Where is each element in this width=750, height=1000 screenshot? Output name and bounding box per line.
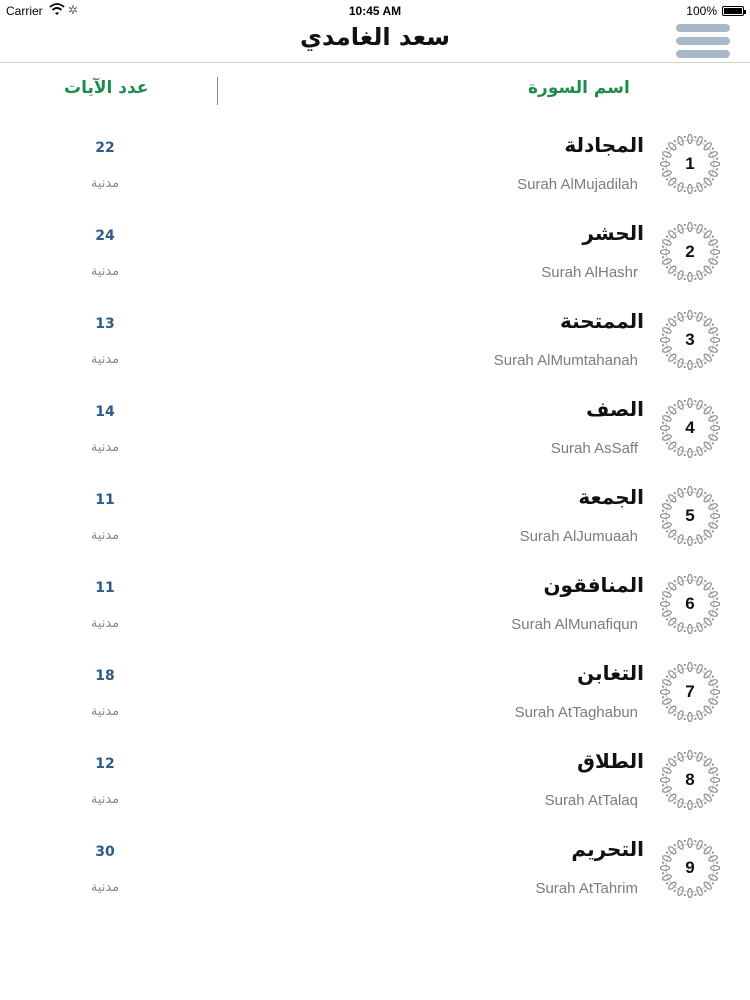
- sura-name-arabic: المجادلة: [564, 133, 644, 157]
- sura-number: 4: [685, 418, 695, 437]
- sura-name-english: Surah AlMunafiqun: [511, 616, 638, 633]
- sura-row[interactable]: 18 مدنية التغابن Surah AtTaghabun 7: [0, 646, 750, 734]
- ayat-count: 22: [95, 140, 115, 156]
- clock: 10:45 AM: [348, 4, 402, 18]
- sura-name-english: Surah AlMumtahanah: [493, 352, 638, 369]
- ayat-count: 18: [95, 668, 115, 684]
- ayat-count: 12: [95, 756, 115, 772]
- sura-number-medallion-icon: 9: [660, 838, 720, 898]
- sura-name-arabic: التغابن: [577, 661, 644, 685]
- sura-row[interactable]: 22 مدنية المجادلة Surah AlMujadilah 1: [0, 118, 750, 206]
- battery-percentage: 100%: [686, 4, 717, 18]
- sura-name-english: Surah AlMujadilah: [517, 176, 638, 193]
- revelation-type: مدنية: [90, 352, 120, 367]
- sura-row[interactable]: 24 مدنية الحشر Surah AlHashr 2: [0, 206, 750, 294]
- sura-number-medallion-icon: 8: [660, 750, 720, 810]
- sura-name-english: Surah AtTahrim: [535, 880, 638, 897]
- sura-name-arabic: الممتحنة: [559, 309, 644, 333]
- ayat-count: 14: [95, 404, 115, 420]
- revelation-type: مدنية: [90, 440, 120, 455]
- sura-name-english: Surah AtTaghabun: [514, 704, 638, 721]
- sura-number: 7: [685, 682, 695, 701]
- list-header: عدد الآيات اسم السورة: [0, 64, 750, 116]
- sura-number-medallion-icon: 1: [660, 134, 720, 194]
- sura-name-arabic: الطلاق: [577, 749, 644, 773]
- sura-name-arabic: الحشر: [582, 221, 644, 245]
- ayat-count: 13: [95, 316, 115, 332]
- sura-number: 2: [685, 242, 695, 261]
- battery-icon: [722, 6, 746, 16]
- revelation-type: مدنية: [90, 264, 120, 279]
- sura-number-medallion-icon: 5: [660, 486, 720, 546]
- ayat-count: 24: [95, 228, 115, 244]
- sura-row[interactable]: 13 مدنية الممتحنة Surah AlMumtahanah 3: [0, 294, 750, 382]
- sura-number: 3: [685, 330, 695, 349]
- sura-name-arabic: الجمعة: [578, 485, 644, 509]
- ayat-count: 30: [95, 844, 115, 860]
- sura-row[interactable]: 11 مدنية المنافقون Surah AlMunafiqun 6: [0, 558, 750, 646]
- sura-number-medallion-icon: 2: [660, 222, 720, 282]
- revelation-type: مدنية: [90, 880, 120, 895]
- sura-row[interactable]: 30 مدنية التحريم Surah AtTahrim 9: [0, 822, 750, 910]
- status-bar: Carrier ✲ 10:45 AM 100%: [0, 0, 750, 22]
- header-divider: [217, 77, 218, 105]
- revelation-type: مدنية: [90, 616, 120, 631]
- revelation-type: مدنية: [90, 528, 120, 543]
- sura-name-arabic: التحريم: [571, 837, 644, 861]
- ayat-count: 11: [95, 492, 115, 508]
- sura-number: 9: [685, 858, 695, 877]
- sura-number-medallion-icon: 3: [660, 310, 720, 370]
- sura-number: 8: [685, 770, 695, 789]
- sura-row[interactable]: 14 مدنية الصف Surah AsSaff 4: [0, 382, 750, 470]
- sura-name-header: اسم السورة: [528, 78, 630, 98]
- sura-number: 1: [685, 154, 695, 173]
- sura-number: 6: [685, 594, 695, 613]
- sura-number-medallion-icon: 6: [660, 574, 720, 634]
- sura-number: 5: [685, 506, 695, 525]
- sura-number-medallion-icon: 7: [660, 662, 720, 722]
- revelation-type: مدنية: [90, 176, 120, 191]
- sura-name-arabic: المنافقون: [543, 573, 644, 597]
- sura-name-arabic: الصف: [586, 397, 644, 421]
- ayat-count-header: عدد الآيات: [64, 78, 149, 98]
- revelation-type: مدنية: [90, 792, 120, 807]
- hamburger-menu-icon[interactable]: [676, 22, 732, 60]
- sura-name-english: Surah AtTalaq: [544, 792, 638, 809]
- ayat-count: 11: [95, 580, 115, 596]
- sura-row[interactable]: 11 مدنية الجمعة Surah AlJumuaah 5: [0, 470, 750, 558]
- sura-name-english: Surah AsSaff: [550, 440, 638, 457]
- page-title: سعد الغامدي: [300, 23, 450, 51]
- revelation-type: مدنية: [90, 704, 120, 719]
- sura-name-english: Surah AlHashr: [541, 264, 638, 281]
- navigation-bar: سعد الغامدي: [0, 22, 750, 63]
- sura-number-medallion-icon: 4: [660, 398, 720, 458]
- sura-row[interactable]: 12 مدنية الطلاق Surah AtTalaq 8: [0, 734, 750, 822]
- sura-name-english: Surah AlJumuaah: [519, 528, 638, 545]
